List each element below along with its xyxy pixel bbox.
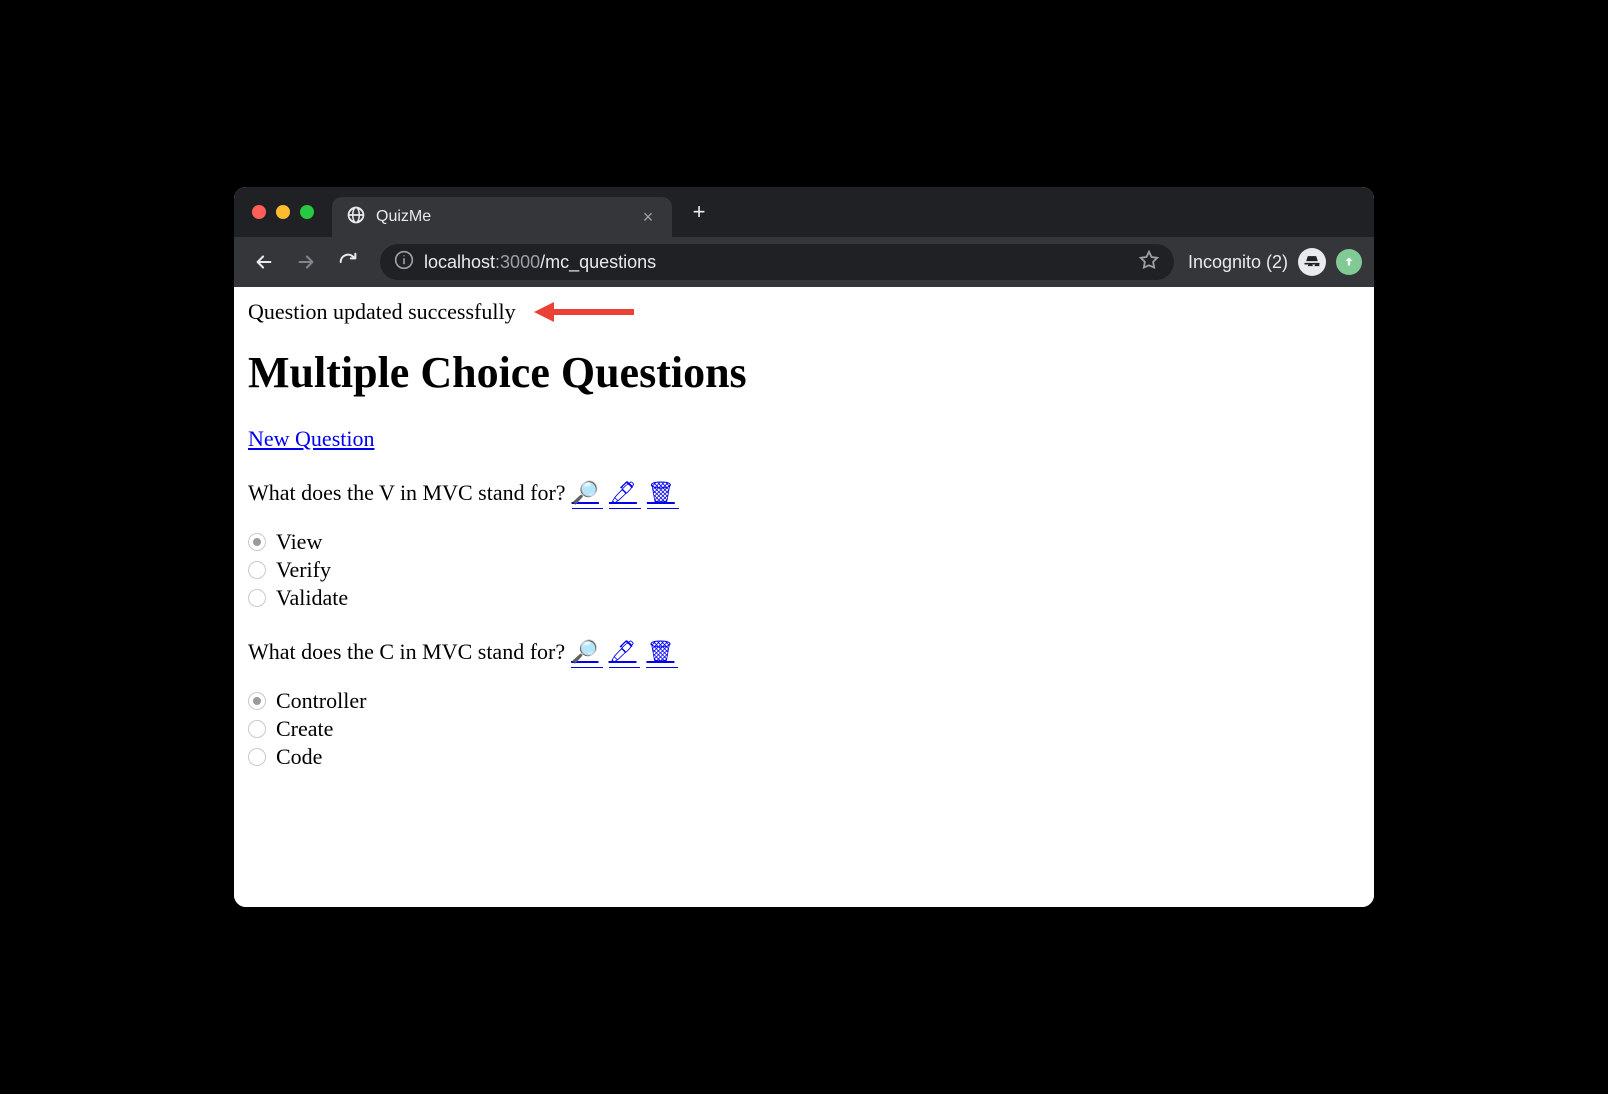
trash-icon: 🗑: [646, 639, 674, 665]
pencil-icon: 🖊: [609, 639, 637, 665]
question-text: What does the V in MVC stand for?: [248, 480, 566, 506]
reload-button[interactable]: [330, 244, 366, 280]
option-row: Validate: [248, 585, 1360, 611]
option-row: Controller: [248, 688, 1360, 714]
new-tab-button[interactable]: +: [684, 197, 714, 227]
option-row: Code: [248, 744, 1360, 770]
globe-icon: [346, 205, 366, 230]
delete-link[interactable]: 🗑: [647, 480, 679, 509]
options-list: ControllerCreateCode: [248, 688, 1360, 770]
flash-message: Question updated successfully: [248, 299, 516, 325]
radio-button[interactable]: [248, 533, 266, 551]
update-available-icon[interactable]: [1336, 249, 1362, 275]
show-link[interactable]: 🔎: [571, 639, 602, 668]
option-label: Create: [276, 716, 333, 742]
option-row: Verify: [248, 557, 1360, 583]
option-row: Create: [248, 716, 1360, 742]
option-label: Validate: [276, 585, 348, 611]
url-path: /mc_questions: [540, 252, 656, 272]
pencil-icon: 🖊: [609, 480, 637, 506]
incognito-label: Incognito (2): [1188, 252, 1288, 273]
bookmark-star-icon[interactable]: [1138, 249, 1160, 276]
site-info-icon[interactable]: [394, 250, 414, 275]
flash-row: Question updated successfully: [248, 299, 1360, 325]
radio-button[interactable]: [248, 720, 266, 738]
maximize-window-button[interactable]: [300, 205, 314, 219]
page-content: Question updated successfully Multiple C…: [234, 287, 1374, 907]
tab-title: QuizMe: [376, 208, 628, 226]
question-block: What does the C in MVC stand for? 🔎 🖊 🗑 C…: [248, 639, 1360, 770]
question-block: What does the V in MVC stand for? 🔎 🖊 🗑 V…: [248, 480, 1360, 611]
minimize-window-button[interactable]: [276, 205, 290, 219]
magnifier-icon: 🔎: [571, 639, 598, 665]
radio-button[interactable]: [248, 589, 266, 607]
page-heading: Multiple Choice Questions: [248, 347, 1360, 398]
option-label: Controller: [276, 688, 366, 714]
option-row: View: [248, 529, 1360, 555]
trash-icon: 🗑: [647, 480, 675, 506]
back-button[interactable]: [246, 244, 282, 280]
tab-bar: QuizMe × +: [234, 187, 1374, 237]
url-text: localhost:3000/mc_questions: [424, 252, 1128, 273]
option-label: Code: [276, 744, 322, 770]
edit-link[interactable]: 🖊: [609, 480, 641, 509]
options-list: ViewVerifyValidate: [248, 529, 1360, 611]
toolbar-right: Incognito (2): [1188, 248, 1362, 276]
show-link[interactable]: 🔎: [572, 480, 603, 509]
radio-button[interactable]: [248, 748, 266, 766]
radio-button[interactable]: [248, 692, 266, 710]
annotation-arrow-icon: [534, 300, 634, 324]
option-label: View: [276, 529, 322, 555]
new-question-link[interactable]: New Question: [248, 426, 374, 451]
question-line: What does the V in MVC stand for? 🔎 🖊 🗑: [248, 480, 1360, 509]
incognito-icon[interactable]: [1298, 248, 1326, 276]
url-port: :3000: [495, 252, 540, 272]
radio-button[interactable]: [248, 561, 266, 579]
browser-toolbar: localhost:3000/mc_questions Incognito (2…: [234, 237, 1374, 287]
url-host: localhost: [424, 252, 495, 272]
magnifier-icon: 🔎: [572, 480, 599, 506]
question-text: What does the C in MVC stand for?: [248, 639, 565, 665]
close-tab-button[interactable]: ×: [638, 207, 658, 227]
question-line: What does the C in MVC stand for? 🔎 🖊 🗑: [248, 639, 1360, 668]
edit-link[interactable]: 🖊: [609, 639, 641, 668]
address-bar[interactable]: localhost:3000/mc_questions: [380, 244, 1174, 280]
option-label: Verify: [276, 557, 331, 583]
browser-tab[interactable]: QuizMe ×: [332, 197, 672, 237]
delete-link[interactable]: 🗑: [646, 639, 678, 668]
browser-window: QuizMe × + localhost:3000/mc_questions: [234, 187, 1374, 907]
window-controls: [252, 205, 314, 219]
forward-button[interactable]: [288, 244, 324, 280]
close-window-button[interactable]: [252, 205, 266, 219]
